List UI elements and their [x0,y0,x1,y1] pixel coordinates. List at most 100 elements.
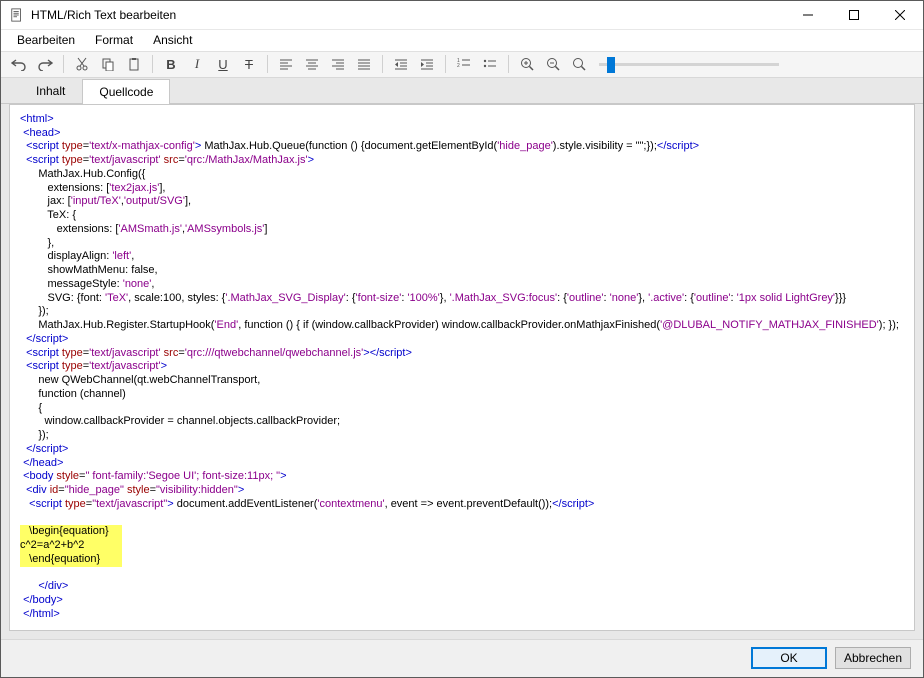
code-text: 'End' [214,319,238,331]
strikethrough-button[interactable]: T [237,53,261,75]
cut-button[interactable] [70,53,94,75]
code-text: 'text/javascript' [89,360,160,372]
toolbar: B I U T 12 [1,51,923,78]
code-text: "visibility:hidden" [156,484,238,496]
code-text: </script> [26,333,68,345]
dialog-window: HTML/Rich Text bearbeiten Bearbeiten For… [0,0,924,678]
code-text: 'font-size' [356,292,402,304]
code-text: }, [638,292,648,304]
code-text: type [65,498,86,510]
toolbar-separator [508,55,509,73]
align-right-button[interactable] [326,53,350,75]
minimize-button[interactable] [785,1,831,29]
ok-button[interactable]: OK [751,647,827,669]
code-text: <script [26,360,59,372]
close-button[interactable] [877,1,923,29]
code-text: <head> [23,127,60,139]
code-text: > [308,154,314,166]
code-text: "text/javascript" [92,498,167,510]
italic-button[interactable]: I [185,53,209,75]
code-text: > [238,484,244,496]
code-text: window.callbackProvider = channel.object… [20,415,340,427]
code-text: MathJax.Hub.Queue(function () {document.… [201,140,497,152]
code-text: 'hide_page' [497,140,553,152]
bold-button[interactable]: B [159,53,183,75]
code-text: <script [26,347,59,359]
code-text: </div> [38,580,68,592]
svg-text:2: 2 [457,63,460,69]
code-text: '@DLUBAL_NOTIFY_MATHJAX_FINISHED' [660,319,879,331]
code-text: }}} [835,292,846,304]
code-text: ] [264,223,267,235]
code-text: MathJax.Hub.Config({ [20,168,145,180]
menu-format[interactable]: Format [85,31,143,49]
code-text: displayAlign: [20,250,112,262]
code-text: > [280,470,286,482]
align-justify-button[interactable] [352,53,376,75]
source-editor[interactable]: <html> <head> <script type='text/x-mathj… [9,104,915,631]
code-text: '100%' [407,292,439,304]
slider-thumb[interactable] [607,57,615,73]
code-text: , scale:100, styles: { [128,292,225,304]
code-text: </body> [23,594,63,606]
window-title: HTML/Rich Text bearbeiten [31,8,785,22]
code-text: type [62,154,83,166]
zoom-out-button[interactable] [541,53,565,75]
code-text: 'input/TeX' [71,195,121,207]
code-text: id [50,484,59,496]
highlighted-code: \begin{equation} c^2=a^2+b^2 \end{equati… [20,525,122,566]
code-text: 'TeX' [105,292,128,304]
undo-button[interactable] [7,53,31,75]
underline-button[interactable]: U [211,53,235,75]
code-text: ); }); [879,319,899,331]
code-text: 'outline' [567,292,604,304]
code-text: '.active' [648,292,684,304]
code-text: <script [29,498,62,510]
zoom-slider[interactable] [599,63,779,66]
code-text: MathJax.Hub.Register.StartupHook( [20,319,214,331]
zoom-in-button[interactable] [515,53,539,75]
code-text: type [62,347,83,359]
code-text: }, [20,237,54,249]
code-text: , [151,278,154,290]
code-text: 'AMSmath.js' [118,223,182,235]
zoom-reset-button[interactable] [567,53,591,75]
tab-content[interactable]: Inhalt [19,78,82,103]
maximize-button[interactable] [831,1,877,29]
code-text: </html> [23,608,60,620]
code-text: 'text/javascript' [89,347,160,359]
menu-edit[interactable]: Bearbeiten [7,31,85,49]
redo-button[interactable] [33,53,57,75]
copy-button[interactable] [96,53,120,75]
toolbar-separator [382,55,383,73]
code-text: " font-family:'Segoe UI'; font-size:11px… [85,470,280,482]
slider-track [599,63,779,66]
code-text: }, [440,292,450,304]
code-text: : { [557,292,567,304]
dialog-buttonbar: OK Abbrechen [1,639,923,677]
paste-button[interactable] [122,53,146,75]
unordered-list-button[interactable] [478,53,502,75]
code-text: <body [23,470,53,482]
cancel-button[interactable]: Abbrechen [835,647,911,669]
code-text: 'AMSsymbols.js' [185,223,264,235]
code-text: 'text/x-mathjax-config' [89,140,195,152]
indent-button[interactable] [415,53,439,75]
tab-source[interactable]: Quellcode [82,79,170,104]
align-left-button[interactable] [274,53,298,75]
ordered-list-button[interactable]: 12 [452,53,476,75]
code-text: TeX: { [20,209,76,221]
code-text: messageStyle: [20,278,123,290]
code-text: function (channel) [20,388,126,400]
code-text: { [20,402,42,414]
code-text: <html> [20,113,54,125]
code-text: <script [26,154,59,166]
titlebar: HTML/Rich Text bearbeiten [1,1,923,30]
menu-view[interactable]: Ansicht [143,31,202,49]
code-text: '.MathJax_SVG:focus' [450,292,558,304]
outdent-button[interactable] [389,53,413,75]
code-text: style [127,484,150,496]
align-center-button[interactable] [300,53,324,75]
code-text: , function () { if (window.callbackProvi… [238,319,660,331]
code-text: \begin{equation} [20,525,109,537]
